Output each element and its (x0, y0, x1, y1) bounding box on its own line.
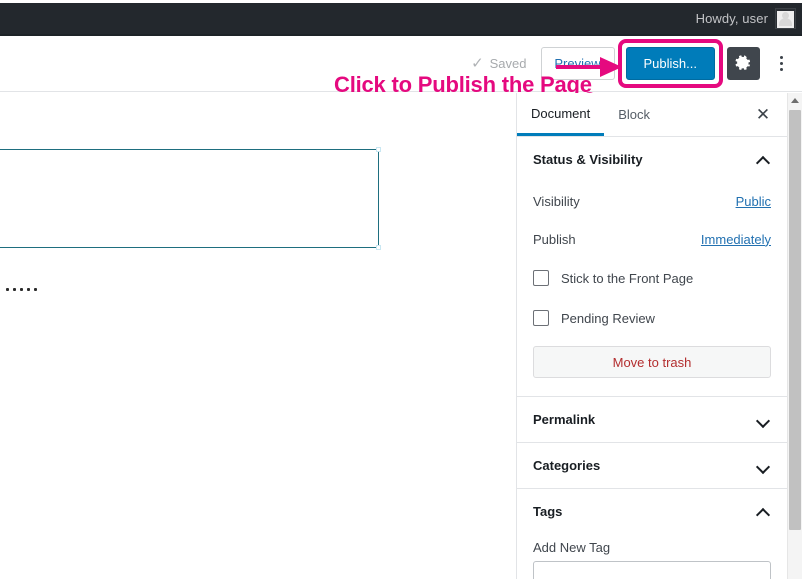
panel-tags-header[interactable]: Tags (517, 489, 787, 534)
sticky-checkbox[interactable] (533, 270, 549, 286)
settings-toggle-button[interactable] (727, 47, 760, 80)
panel-permalink-title: Permalink (533, 412, 596, 427)
saved-label: Saved (489, 56, 527, 71)
panel-categories-header[interactable]: Categories (517, 443, 787, 488)
panel-categories: Categories (517, 443, 787, 489)
scrollbar-thumb[interactable] (789, 110, 801, 530)
gear-icon (735, 55, 751, 70)
chevron-up-icon (755, 504, 771, 520)
check-icon: ✓ (471, 55, 484, 72)
block-resize-handle-top-right[interactable] (376, 147, 381, 152)
move-to-trash-button[interactable]: Move to trash (533, 346, 771, 378)
panel-status-visibility-title: Status & Visibility (533, 152, 643, 167)
howdy-greeting[interactable]: Howdy, user (696, 11, 768, 26)
tab-block[interactable]: Block (604, 93, 664, 136)
panel-permalink: Permalink (517, 397, 787, 443)
page-scrollbar[interactable] (787, 93, 802, 579)
block-resize-handle-bottom-right[interactable] (376, 245, 381, 250)
publish-button[interactable]: Publish... (625, 47, 715, 80)
editor-canvas[interactable] (0, 93, 516, 579)
publish-button-wrapper: Publish... (617, 39, 723, 88)
tab-document-label: Document (531, 105, 591, 121)
visibility-value-link[interactable]: Public (736, 194, 771, 209)
row-publish-date: Publish Immediately (517, 220, 787, 258)
user-avatar[interactable] (775, 8, 796, 29)
panel-status-visibility-header[interactable]: Status & Visibility (517, 137, 787, 182)
publish-date-value-link[interactable]: Immediately (701, 232, 771, 247)
scroll-up-arrow-icon[interactable] (788, 93, 802, 108)
move-to-trash-label: Move to trash (612, 354, 692, 370)
chevron-up-icon (755, 152, 771, 168)
add-new-tag-label: Add New Tag (533, 540, 611, 555)
avatar-body-shape (779, 18, 792, 26)
row-visibility: Visibility Public (517, 182, 787, 220)
chevron-down-icon (755, 458, 771, 474)
publish-date-label: Publish (533, 231, 576, 247)
tab-block-label: Block (618, 107, 651, 122)
avatar-image (777, 11, 794, 28)
panel-status-visibility: Status & Visibility Visibility Public Pu… (517, 137, 787, 397)
preview-button-label: Preview (554, 56, 601, 71)
saved-status: ✓ Saved (471, 56, 526, 71)
checkbox-row-sticky[interactable]: Stick to the Front Page (517, 258, 787, 298)
pending-review-checkbox[interactable] (533, 310, 549, 326)
close-sidebar-icon[interactable]: ✕ (753, 104, 773, 124)
content-dot (20, 288, 23, 291)
checkbox-row-pending-review[interactable]: Pending Review (517, 298, 787, 338)
settings-sidebar: Document Block ✕ Status & Visibility Vis… (516, 93, 787, 579)
sidebar-tab-bar: Document Block ✕ (517, 93, 787, 137)
content-dots-indicator (6, 288, 37, 291)
panel-categories-title: Categories (533, 458, 601, 473)
pending-review-checkbox-label: Pending Review (561, 310, 655, 326)
content-dot (13, 288, 16, 291)
add-new-tag-input[interactable] (533, 561, 771, 579)
tab-document[interactable]: Document (517, 93, 605, 136)
sticky-checkbox-label: Stick to the Front Page (561, 270, 694, 286)
publish-button-label: Publish... (643, 56, 697, 71)
kebab-dot (779, 56, 783, 59)
panel-tags: Tags Add New Tag (517, 489, 787, 579)
kebab-dot (779, 62, 783, 65)
panel-tags-title: Tags (533, 504, 563, 519)
content-dot (34, 288, 37, 291)
content-dot (6, 288, 9, 291)
chevron-down-icon (755, 412, 771, 428)
more-options-button[interactable] (770, 47, 792, 80)
visibility-label: Visibility (533, 193, 580, 209)
selected-empty-block[interactable] (0, 147, 381, 250)
panel-permalink-header[interactable]: Permalink (517, 397, 787, 442)
content-dot (27, 288, 30, 291)
editor-screen: Howdy, user ✓ Saved Preview Publish... C… (0, 0, 802, 579)
kebab-dot (779, 68, 783, 71)
wp-admin-bar: Howdy, user (0, 3, 802, 34)
